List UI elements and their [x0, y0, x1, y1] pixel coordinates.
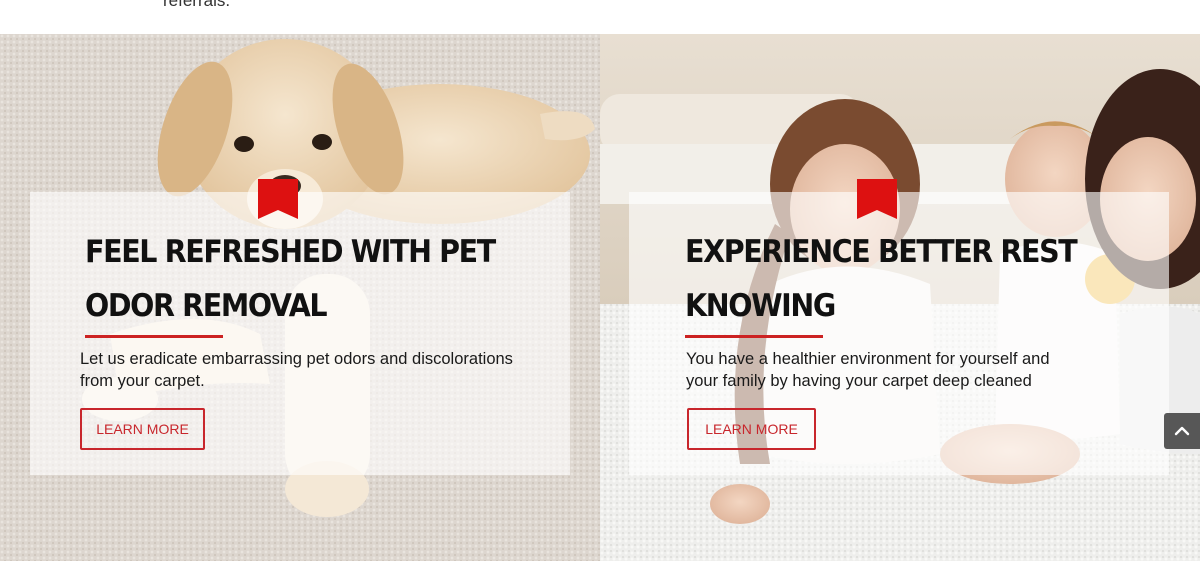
better-rest-panel: EXPERIENCE BETTER REST KNOWING You have … — [600, 34, 1200, 561]
bookmark-ribbon-icon — [258, 179, 298, 219]
card-description: Let us eradicate embarrassing pet odors … — [80, 350, 513, 390]
learn-more-button[interactable]: LEARN MORE — [80, 408, 205, 450]
scroll-to-top-button[interactable] — [1164, 413, 1200, 449]
bookmark-ribbon-icon — [857, 179, 897, 219]
title-underline — [85, 335, 223, 338]
pet-odor-panel: FEEL REFRESHED WITH PET ODOR REMOVAL Let… — [0, 34, 600, 561]
chevron-up-icon — [1174, 426, 1190, 436]
card-title: EXPERIENCE BETTER REST KNOWING — [685, 234, 1078, 324]
top-strip: referrals. — [0, 0, 1200, 34]
previous-section-text: referrals. — [163, 0, 231, 10]
card-description: You have a healthier environment for you… — [686, 350, 1050, 390]
pet-odor-card: FEEL REFRESHED WITH PET ODOR REMOVAL Let… — [30, 179, 570, 475]
title-underline — [685, 335, 823, 338]
learn-more-button[interactable]: LEARN MORE — [687, 408, 816, 450]
card-title: FEEL REFRESHED WITH PET ODOR REMOVAL — [85, 234, 496, 324]
better-rest-card: EXPERIENCE BETTER REST KNOWING You have … — [629, 179, 1169, 475]
